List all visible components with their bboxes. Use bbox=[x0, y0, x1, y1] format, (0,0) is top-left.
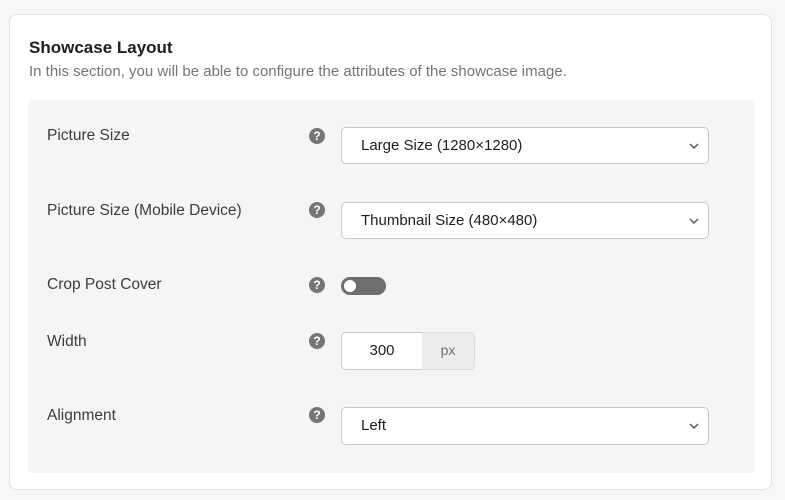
crop-post-cover-help-icon[interactable]: ? bbox=[309, 277, 325, 293]
picture-size-select[interactable]: Large Size (1280×1280) bbox=[341, 127, 709, 164]
alignment-select[interactable]: Left bbox=[341, 407, 709, 445]
picture-size-value: Large Size (1280×1280) bbox=[361, 137, 523, 154]
picture-size-help-icon[interactable]: ? bbox=[309, 128, 325, 144]
alignment-label: Alignment bbox=[47, 407, 116, 424]
toggle-knob bbox=[344, 280, 356, 292]
showcase-layout-card: Showcase Layout In this section, you wil… bbox=[9, 14, 772, 490]
alignment-value: Left bbox=[361, 417, 387, 434]
picture-size-mobile-label: Picture Size (Mobile Device) bbox=[47, 202, 242, 219]
picture-size-label: Picture Size bbox=[47, 127, 130, 144]
width-input[interactable]: 300 bbox=[341, 332, 423, 370]
width-label: Width bbox=[47, 333, 87, 350]
chevron-down-icon bbox=[689, 143, 699, 149]
width-input-group: 300 px bbox=[341, 332, 475, 370]
settings-panel: Picture Size ? Large Size (1280×1280) Pi… bbox=[28, 100, 755, 473]
section-title: Showcase Layout bbox=[29, 38, 173, 57]
section-description: In this section, you will be able to con… bbox=[29, 63, 567, 80]
crop-post-cover-label: Crop Post Cover bbox=[47, 276, 162, 293]
picture-size-mobile-select[interactable]: Thumbnail Size (480×480) bbox=[341, 202, 709, 239]
alignment-help-icon[interactable]: ? bbox=[309, 407, 325, 423]
picture-size-mobile-help-icon[interactable]: ? bbox=[309, 202, 325, 218]
chevron-down-icon bbox=[689, 218, 699, 224]
chevron-down-icon bbox=[689, 423, 699, 429]
crop-post-cover-toggle[interactable] bbox=[341, 277, 386, 295]
width-unit: px bbox=[422, 332, 475, 370]
picture-size-mobile-value: Thumbnail Size (480×480) bbox=[361, 212, 538, 229]
width-help-icon[interactable]: ? bbox=[309, 333, 325, 349]
